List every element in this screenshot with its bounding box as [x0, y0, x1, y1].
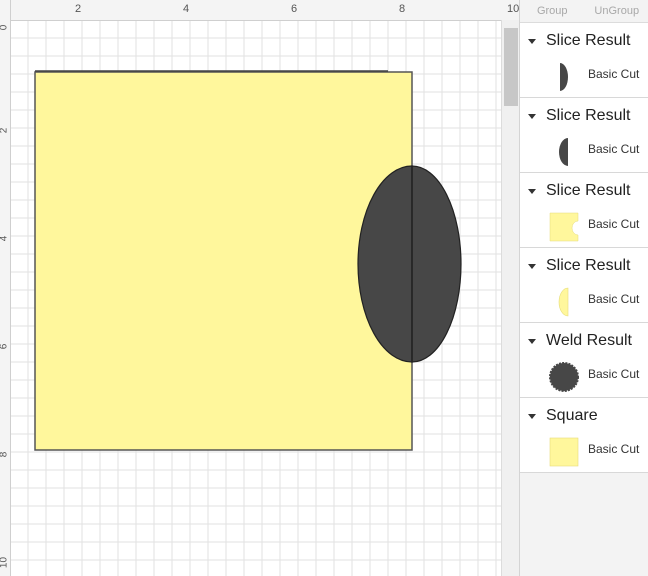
layer-name: Slice Result	[546, 32, 631, 49]
layer-item[interactable]: Slice Result Basic Cut	[520, 248, 648, 323]
cut-type-label[interactable]: Basic Cut	[588, 142, 639, 156]
layer-name: Weld Result	[546, 332, 632, 349]
layer-item[interactable]: Slice Result Basic Cut	[520, 23, 648, 98]
layer-title[interactable]: Slice Result	[528, 106, 630, 126]
design-canvas[interactable]: 2 4 6 8 10 0 2 4 6 8 10	[0, 0, 519, 576]
layers-toolbar: Group UnGroup	[520, 0, 648, 23]
cut-type-label[interactable]: Basic Cut	[588, 67, 639, 81]
layers-panel: Group UnGroup Slice Result Basic Cut Sli…	[519, 0, 648, 576]
yellow-square-shape[interactable]	[34, 71, 413, 451]
layer-item[interactable]: Square Basic Cut	[520, 398, 648, 473]
ungroup-button[interactable]: UnGroup	[585, 0, 648, 22]
layer-name: Slice Result	[546, 257, 631, 274]
layer-name: Slice Result	[546, 107, 631, 124]
caret-down-icon[interactable]	[528, 38, 536, 44]
cut-type-label[interactable]: Basic Cut	[588, 292, 639, 306]
ellipse-right-slice-shape[interactable]	[411, 165, 462, 363]
scalloped-circle-icon	[549, 362, 579, 392]
caret-down-icon[interactable]	[528, 113, 536, 119]
layer-name: Slice Result	[546, 182, 631, 199]
layer-title[interactable]: Weld Result	[528, 331, 632, 351]
vertical-scrollbar[interactable]	[501, 20, 519, 576]
cut-type-label[interactable]: Basic Cut	[588, 217, 639, 231]
layer-title[interactable]: Slice Result	[528, 256, 630, 276]
dark-half-left-icon	[559, 138, 568, 166]
notched-square-icon	[549, 212, 579, 242]
layer-name: Square	[546, 407, 598, 424]
group-button[interactable]: Group	[520, 0, 585, 22]
layer-title[interactable]: Square	[528, 406, 598, 426]
caret-down-icon[interactable]	[528, 263, 536, 269]
caret-down-icon[interactable]	[528, 338, 536, 344]
cut-type-label[interactable]: Basic Cut	[588, 367, 639, 381]
caret-down-icon[interactable]	[528, 188, 536, 194]
square-icon	[549, 437, 579, 467]
yellow-half-icon	[558, 287, 569, 317]
design-shapes	[34, 70, 462, 451]
scrollbar-thumb[interactable]	[504, 28, 518, 106]
caret-down-icon[interactable]	[528, 413, 536, 419]
layer-title[interactable]: Slice Result	[528, 181, 630, 201]
layer-item[interactable]: Slice Result Basic Cut	[520, 98, 648, 173]
layer-title[interactable]: Slice Result	[528, 31, 630, 51]
layer-item[interactable]: Weld Result Basic Cut	[520, 323, 648, 398]
cut-type-label[interactable]: Basic Cut	[588, 442, 639, 456]
panel-empty-area	[520, 473, 648, 576]
layer-item[interactable]: Slice Result Basic Cut	[520, 173, 648, 248]
dark-half-right-icon	[560, 63, 568, 91]
